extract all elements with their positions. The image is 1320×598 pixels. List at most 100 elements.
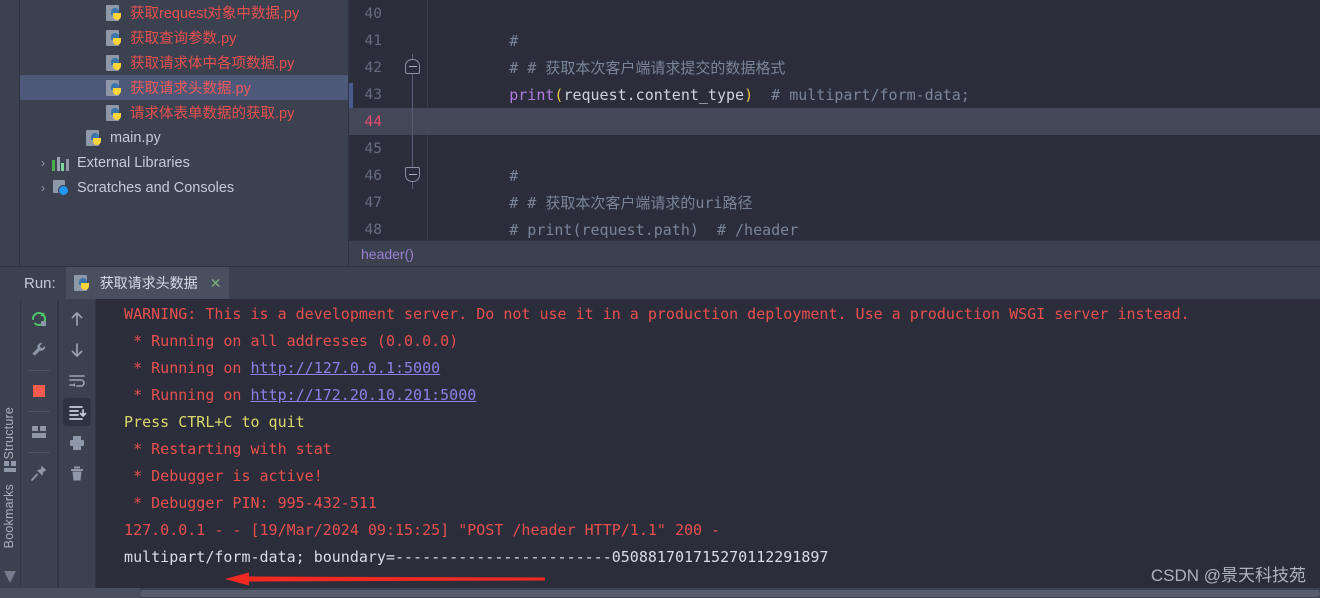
tree-item[interactable]: › Scratches and Consoles	[20, 175, 348, 200]
sidebar-item-structure[interactable]: Structure	[2, 407, 16, 460]
fold-gutter[interactable]	[391, 189, 427, 216]
run-tab-bar: Run: 获取请求头数据 ✕	[0, 267, 1320, 299]
code-line[interactable]: 41 #	[349, 27, 1320, 54]
sidebar-item-bookmarks[interactable]: Bookmarks	[2, 484, 16, 548]
code-line[interactable]: 40	[349, 0, 1320, 27]
pin-icon[interactable]	[25, 459, 53, 487]
arrow-down-icon[interactable]	[63, 336, 91, 364]
left-side-tool-strip: Structure Bookmarks	[0, 299, 20, 598]
breadcrumb-label: header()	[361, 245, 414, 262]
top-area: 获取request对象中数据.py 获取查询参数.py 获取请求体中各项数据.py 获…	[0, 0, 1320, 266]
library-icon	[52, 155, 70, 171]
tree-item[interactable]: 获取请求体中各项数据.py	[20, 50, 348, 75]
python-file-icon	[86, 129, 104, 147]
run-toolbar-left	[20, 299, 58, 598]
code-line[interactable]: 48 # print(request.path) # /header	[349, 216, 1320, 240]
scrollbar-track-left	[0, 588, 140, 598]
fold-gutter[interactable]	[391, 54, 427, 81]
soft-wrap-icon[interactable]	[63, 367, 91, 395]
code-token: # multipart/form-data;	[753, 85, 970, 104]
code-token: # # 获取本次客户端请求的uri路径	[437, 194, 753, 212]
trash-icon[interactable]	[63, 460, 91, 488]
code-line[interactable]: 46 #	[349, 162, 1320, 189]
fold-gutter[interactable]	[391, 108, 427, 135]
run-body: Structure Bookmarks WARNING: This is a d…	[0, 299, 1320, 598]
console-line: * Running on all addresses (0.0.0.0)	[106, 332, 459, 350]
line-number: 40	[364, 5, 382, 22]
tree-item-label: 获取request对象中数据.py	[130, 6, 300, 22]
python-file-icon	[106, 54, 124, 72]
code-editor[interactable]: 40 41 #42 # # 获取本次客户端请求提交的数据格式 43 print(re…	[348, 0, 1320, 266]
console-line: WARNING: This is a development server. D…	[106, 305, 1190, 323]
code-line[interactable]: 47 # # 获取本次客户端请求的uri路径	[349, 189, 1320, 216]
code-token: request.content_type	[563, 85, 745, 104]
fold-collapse-icon[interactable]	[405, 167, 420, 182]
tree-item-label: 获取查询参数.py	[130, 31, 237, 47]
console-output[interactable]: WARNING: This is a development server. D…	[96, 299, 1320, 598]
console-line: * Running on http://127.0.0.1:5000	[96, 355, 1320, 382]
breadcrumb[interactable]: header()	[349, 240, 1320, 266]
run-tab[interactable]: 获取请求头数据 ✕	[65, 267, 230, 299]
python-file-icon	[106, 29, 124, 47]
code-token: #	[437, 166, 519, 185]
line-number: 44	[364, 113, 382, 130]
tree-item-label: 获取请求体中各项数据.py	[130, 56, 295, 72]
watermark: CSDN @景天科技苑	[1150, 566, 1306, 585]
fold-gutter[interactable]	[391, 216, 427, 240]
console-line: 127.0.0.1 - - [19/Mar/2024 09:15:25] "PO…	[106, 521, 721, 539]
line-number: 47	[364, 194, 382, 211]
code-text: #	[427, 167, 518, 185]
tree-item[interactable]: › External Libraries	[20, 150, 348, 175]
arrow-up-icon[interactable]	[63, 305, 91, 333]
code-line[interactable]: 43 print(request.content_type) # multipa…	[349, 81, 1320, 108]
chevron-right-icon[interactable]: ›	[34, 181, 52, 195]
tree-item[interactable]: 获取查询参数.py	[20, 25, 348, 50]
tree-item-label: main.py	[110, 129, 161, 146]
fold-region-line	[412, 135, 413, 162]
console-link[interactable]: http://172.20.10.201:5000	[251, 386, 477, 404]
code-line[interactable]: 42 # # 获取本次客户端请求提交的数据格式	[349, 54, 1320, 81]
fold-gutter[interactable]	[391, 135, 427, 162]
fold-collapse-icon[interactable]	[405, 59, 420, 74]
project-tree-panel[interactable]: 获取request对象中数据.py 获取查询参数.py 获取请求体中各项数据.py 获…	[20, 0, 348, 266]
toolbar-separator	[28, 411, 50, 412]
python-file-icon	[106, 4, 124, 22]
toolbar-separator	[28, 370, 50, 371]
stop-icon[interactable]	[25, 377, 53, 405]
scrollbar-thumb[interactable]	[140, 590, 1320, 597]
code-area[interactable]: 40 41 #42 # # 获取本次客户端请求提交的数据格式 43 print(re…	[349, 0, 1320, 241]
chevron-right-icon[interactable]: ›	[34, 156, 52, 170]
scroll-to-end-icon[interactable]	[63, 398, 91, 426]
tree-item[interactable]: 获取request对象中数据.py	[20, 0, 348, 25]
rerun-icon[interactable]	[25, 305, 53, 333]
code-line[interactable]: 45	[349, 135, 1320, 162]
console-line: Press CTRL+C to quit	[106, 413, 305, 431]
line-number: 41	[364, 32, 382, 49]
line-number: 46	[364, 167, 382, 184]
console-line: * Debugger is active!	[106, 467, 323, 485]
print-icon[interactable]	[63, 429, 91, 457]
close-icon[interactable]: ✕	[210, 275, 222, 292]
scratches-icon	[52, 179, 70, 196]
toolbar-separator	[28, 452, 50, 453]
code-line[interactable]: 44	[349, 108, 1320, 135]
structure-icon	[4, 461, 16, 473]
pycharm-window: 获取request对象中数据.py 获取查询参数.py 获取请求体中各项数据.py 获…	[0, 0, 1320, 598]
fold-gutter[interactable]	[391, 27, 427, 54]
fold-gutter[interactable]	[391, 162, 427, 189]
layout-icon[interactable]	[25, 418, 53, 446]
console-link[interactable]: http://127.0.0.1:5000	[251, 359, 441, 377]
tree-item[interactable]: main.py	[20, 125, 348, 150]
line-number: 42	[364, 59, 382, 76]
horizontal-scrollbar[interactable]	[0, 588, 1320, 598]
tree-item[interactable]: 获取请求头数据.py	[20, 75, 348, 100]
settings-wrench-icon[interactable]	[25, 336, 53, 364]
tree-item[interactable]: 请求体表单数据的获取.py	[20, 100, 348, 125]
caret-marker	[349, 83, 353, 108]
tree-item-label: 获取请求头数据.py	[130, 81, 251, 97]
code-token: )	[744, 85, 754, 104]
fold-gutter[interactable]	[391, 0, 427, 27]
console-line: * Running on http://172.20.10.201:5000	[96, 382, 1320, 409]
fold-gutter[interactable]	[391, 81, 427, 108]
